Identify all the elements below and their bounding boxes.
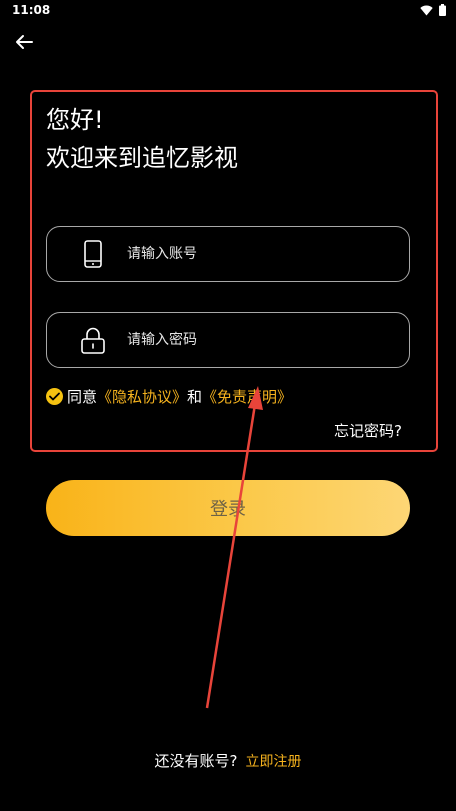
privacy-link[interactable]: 《隐私协议》: [97, 386, 187, 407]
forgot-password-link[interactable]: 忘记密码?: [334, 420, 402, 441]
lock-icon: [81, 325, 105, 355]
agree-prefix: 同意: [67, 387, 98, 406]
back-button[interactable]: [12, 34, 36, 54]
no-account-text: 还没有账号?: [154, 752, 238, 770]
register-link[interactable]: 立即注册: [245, 754, 301, 770]
agree-checkbox[interactable]: [46, 387, 63, 405]
disclaimer-link[interactable]: 《免责声明》: [202, 386, 292, 407]
arrow-left-icon: [15, 34, 33, 54]
status-icons: [420, 4, 446, 16]
account-field[interactable]: [46, 226, 410, 282]
status-time: 11:08: [12, 3, 51, 17]
phone-icon: [81, 239, 105, 269]
greeting-title: 您好!: [46, 106, 104, 134]
account-input[interactable]: [127, 227, 397, 281]
agreement-row: 同意 《隐私协议》 和 《免责声明》: [46, 386, 292, 406]
wifi-icon: [420, 5, 433, 16]
password-input[interactable]: [127, 313, 397, 367]
register-row: 还没有账号? 立即注册: [0, 750, 456, 771]
status-bar: 11:08: [0, 0, 456, 20]
battery-icon: [439, 4, 446, 16]
password-field[interactable]: [46, 312, 410, 368]
check-icon: [49, 392, 60, 400]
welcome-title: 欢迎来到追忆影视: [46, 144, 238, 172]
login-button[interactable]: 登录: [46, 480, 410, 536]
agree-and: 和: [187, 387, 203, 406]
